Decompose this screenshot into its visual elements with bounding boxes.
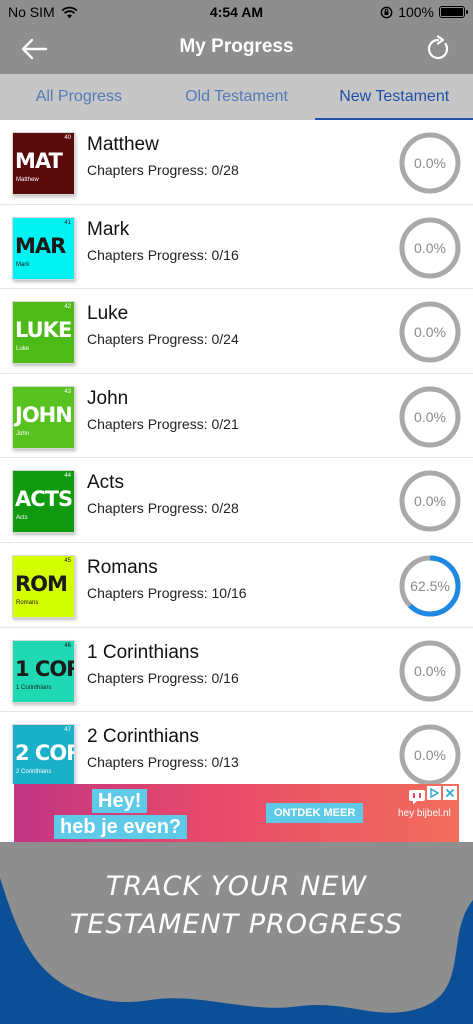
book-number: 42 bbox=[64, 304, 71, 311]
ad-subheadline: heb je even? bbox=[54, 815, 188, 839]
progress-ring: 0.0% bbox=[397, 638, 463, 704]
promo-line-2: TESTAMENT PROGRESS bbox=[69, 909, 404, 940]
tab-all-progress[interactable]: All Progress bbox=[0, 74, 158, 120]
page-title: My Progress bbox=[179, 36, 294, 57]
book-number: 44 bbox=[64, 473, 71, 480]
book-cover-name: John bbox=[16, 430, 30, 437]
book-abbreviation: ROM bbox=[15, 571, 68, 596]
book-row[interactable]: 43 JOHN John John Chapters Progress: 0/21 0.0… bbox=[0, 374, 473, 459]
progress-ring: 0.0% bbox=[397, 130, 463, 196]
promo-banner: TRACK YOUR NEW TESTAMENT PROGRESS bbox=[0, 842, 473, 1024]
refresh-icon[interactable] bbox=[423, 34, 453, 64]
book-abbreviation: 1 COR bbox=[15, 656, 75, 681]
book-cover-name: 1 Corinthians bbox=[16, 684, 52, 691]
book-cover-name: Matthew bbox=[16, 177, 39, 183]
book-number: 47 bbox=[64, 727, 71, 734]
book-abbreviation: 2 COR bbox=[15, 741, 75, 766]
progress-percent: 0.0% bbox=[414, 155, 446, 171]
book-cover-name: Romans bbox=[16, 599, 39, 606]
book-progress-list[interactable]: 40 MAT Matthew Matthew Chapters Progress: 0/… bbox=[0, 120, 473, 784]
ad-banner[interactable]: Hey! heb je even? ONTDEK MEER hey bijbel… bbox=[14, 784, 459, 842]
book-cover-name: 2 Corinthians bbox=[16, 769, 52, 776]
book-row[interactable]: 41 MAR Mark Mark Chapters Progress: 0/16 0.0% bbox=[0, 205, 473, 290]
book-number: 46 bbox=[64, 642, 71, 649]
promo-line-1: TRACK YOUR NEW bbox=[105, 871, 368, 902]
status-bar: No SIM 4:54 AM 100% bbox=[0, 0, 473, 24]
book-number: 41 bbox=[64, 219, 71, 226]
book-abbreviation: ACTS bbox=[15, 487, 73, 512]
orientation-lock-icon bbox=[380, 6, 393, 18]
progress-ring: 0.0% bbox=[397, 384, 463, 450]
book-cover-thumbnail: 41 MAR Mark bbox=[12, 216, 75, 280]
testament-tabs: All Progress Old Testament New Testament bbox=[0, 74, 473, 120]
book-abbreviation: LUKE bbox=[15, 318, 72, 343]
ad-headline: Hey! bbox=[92, 789, 148, 813]
nav-bar: My Progress bbox=[0, 24, 473, 74]
book-abbreviation: JOHN bbox=[15, 402, 73, 427]
book-cover-name: Mark bbox=[16, 261, 30, 268]
progress-percent: 0.0% bbox=[414, 493, 446, 510]
book-row[interactable]: 45 ROM Romans Romans Chapters Progress: 10/1… bbox=[0, 543, 473, 628]
battery-percent: 100% bbox=[398, 4, 434, 20]
book-name: John bbox=[87, 387, 129, 409]
progress-percent: 0.0% bbox=[414, 662, 446, 679]
book-cover-thumbnail: 47 2 COR 2 Corinthians bbox=[12, 724, 75, 784]
book-name: Romans bbox=[87, 556, 158, 578]
book-cover-name: Luke bbox=[16, 346, 30, 353]
book-cover-thumbnail: 44 ACTS Acts bbox=[12, 470, 75, 534]
chapters-progress: Chapters Progress: 0/21 bbox=[87, 415, 239, 432]
book-cover-name: Acts bbox=[16, 515, 28, 522]
chapters-progress: Chapters Progress: 0/16 bbox=[87, 669, 239, 686]
chapters-progress: Chapters Progress: 0/28 bbox=[87, 500, 239, 517]
promo-caption: TRACK YOUR NEW TESTAMENT PROGRESS bbox=[0, 868, 473, 944]
progress-ring: 0.0% bbox=[397, 299, 463, 365]
chapters-progress: Chapters Progress: 0/28 bbox=[87, 162, 239, 178]
progress-percent: 0.0% bbox=[414, 239, 446, 256]
book-name: 2 Corinthians bbox=[87, 726, 199, 748]
book-cover-thumbnail: 45 ROM Romans bbox=[12, 554, 75, 618]
ad-brand-logo-icon bbox=[409, 790, 425, 805]
book-row[interactable]: 44 ACTS Acts Acts Chapters Progress: 0/28 0.0… bbox=[0, 458, 473, 543]
progress-percent: 0.0% bbox=[414, 324, 446, 341]
app-header: No SIM 4:54 AM 100% My Progress bbox=[0, 0, 473, 74]
ad-choices-icon[interactable] bbox=[427, 786, 441, 800]
book-name: Mark bbox=[87, 218, 130, 240]
ad-close-icon[interactable] bbox=[443, 786, 457, 800]
book-name: Acts bbox=[87, 472, 124, 494]
book-row[interactable]: 40 MAT Matthew Matthew Chapters Progress: 0/… bbox=[0, 120, 473, 205]
book-cover-thumbnail: 40 MAT Matthew bbox=[12, 132, 75, 195]
progress-percent: 0.0% bbox=[414, 408, 446, 425]
book-name: Luke bbox=[87, 303, 129, 325]
book-name: Matthew bbox=[87, 134, 159, 155]
ad-brand-name: hey bijbel.nl bbox=[398, 808, 451, 819]
progress-ring: 0.0% bbox=[397, 468, 463, 534]
tab-old-testament[interactable]: Old Testament bbox=[158, 74, 316, 120]
book-number: 40 bbox=[64, 135, 71, 141]
progress-percent: 0.0% bbox=[414, 747, 446, 764]
book-row[interactable]: 46 1 COR 1 Corinthians 1 Corinthians Chapter… bbox=[0, 628, 473, 713]
book-row[interactable]: 42 LUKE Luke Luke Chapters Progress: 0/24 0.0… bbox=[0, 289, 473, 374]
book-abbreviation: MAR bbox=[15, 233, 66, 258]
book-cover-thumbnail: 42 LUKE Luke bbox=[12, 301, 75, 365]
tab-new-testament[interactable]: New Testament bbox=[315, 74, 473, 120]
ad-cta-button[interactable]: ONTDEK MEER bbox=[266, 803, 364, 823]
chapters-progress: Chapters Progress: 0/24 bbox=[87, 331, 239, 348]
chapters-progress: Chapters Progress: 0/16 bbox=[87, 246, 239, 263]
book-number: 45 bbox=[64, 557, 71, 564]
progress-ring: 0.0% bbox=[397, 215, 463, 281]
book-cover-thumbnail: 43 JOHN John bbox=[12, 385, 75, 449]
progress-ring: 62.5% bbox=[397, 553, 463, 619]
status-right: 100% bbox=[380, 4, 468, 20]
book-cover-thumbnail: 46 1 COR 1 Corinthians bbox=[12, 639, 75, 703]
book-name: 1 Corinthians bbox=[87, 641, 199, 663]
battery-icon bbox=[439, 6, 468, 18]
book-row[interactable]: 47 2 COR 2 Corinthians 2 Corinthians Chapter… bbox=[0, 712, 473, 784]
progress-ring: 0.0% bbox=[397, 722, 463, 784]
book-abbreviation: MAT bbox=[15, 149, 63, 173]
chapters-progress: Chapters Progress: 0/13 bbox=[87, 754, 239, 771]
book-number: 43 bbox=[64, 388, 71, 395]
progress-percent: 62.5% bbox=[410, 577, 450, 594]
chapters-progress: Chapters Progress: 10/16 bbox=[87, 584, 247, 601]
